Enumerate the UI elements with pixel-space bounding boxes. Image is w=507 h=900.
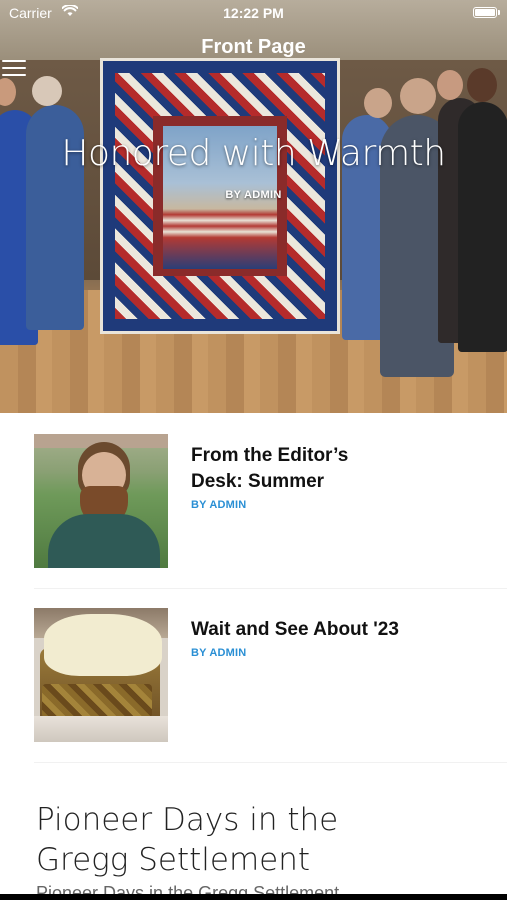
person-head [364,88,392,118]
battery-icon [473,7,497,18]
status-time: 12:22 PM [223,5,284,21]
hero-image[interactable]: Honored with Warmth BY ADMIN [0,0,507,413]
list-divider [34,588,507,589]
hero-title[interactable]: Honored with Warmth [0,133,507,174]
bottom-edge [0,894,507,900]
battery-tip [498,10,500,15]
nav-title: Front Page [201,36,306,58]
article-thumbnail[interactable] [34,608,168,742]
article-byline: BY ADMIN [191,647,247,659]
hero-byline: BY ADMIN [225,189,282,201]
article-title[interactable]: Wait and See About '23 [191,617,471,643]
article-byline: BY ADMIN [191,499,247,511]
status-bar: Carrier 12:22 PM [0,0,507,26]
article-thumbnail[interactable] [34,434,168,568]
person-head [437,70,463,100]
list-divider [34,762,507,763]
feature-article-title[interactable]: Pioneer Days in the Gregg Settlement [36,800,476,880]
person-head [400,78,436,114]
article-list-item[interactable]: Wait and See About '23 BY ADMIN [0,608,507,742]
hamburger-menu-icon[interactable] [2,60,26,78]
article-list-item[interactable]: From the Editor’s Desk: Summer BY ADMIN [0,434,507,568]
person-head [467,68,497,102]
article-title[interactable]: From the Editor’s Desk: Summer [191,443,471,495]
person-head [32,76,62,106]
